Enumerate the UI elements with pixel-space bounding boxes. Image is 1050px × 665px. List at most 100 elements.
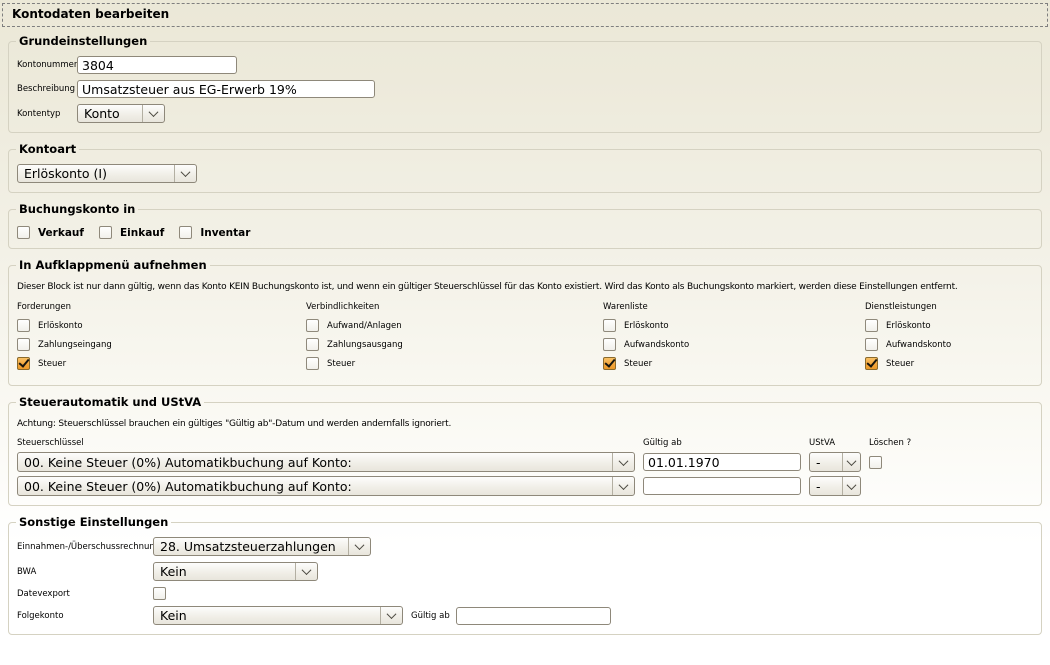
ustva-selected-value: - [816,479,821,494]
folgekonto-gueltig-ab-label: Gültig ab [411,611,450,621]
euer-selected-value: 28. Umsatzsteuerzahlungen [160,539,336,554]
group-warenliste: Warenliste Erlöskonto Aufwandskonto Steu… [603,302,865,376]
bwa-row: BWA Kein [17,562,1033,581]
group-forderungen-title: Forderungen [17,302,306,312]
verbindlichkeiten-aufwand-checkbox[interactable] [306,319,319,332]
section-grundeinstellungen: Grundeinstellungen Kontonummer Beschreib… [8,34,1042,133]
option-label: Steuer [886,359,914,369]
steuerschluessel-selected-value: 00. Keine Steuer (0%) Automatikbuchung a… [24,479,352,494]
kontoart-selected-value: Erlöskonto (I) [24,166,107,181]
col-loeschen-label: Löschen ? [869,438,885,448]
warenliste-aufwandskonto-checkbox[interactable] [603,338,616,351]
forderungen-zahlungseingang-checkbox[interactable] [17,338,30,351]
verbindlichkeiten-zahlungsausgang-checkbox[interactable] [306,338,319,351]
section-sonstige: Sonstige Einstellungen Einnahmen-/Übersc… [8,515,1042,635]
chevron-down-icon [174,165,196,182]
check-icon [604,356,615,368]
folgekonto-selected-value: Kein [160,608,187,623]
inventar-label: Inventar [200,227,250,239]
checkbox-option: Aufwandskonto [865,338,1033,351]
option-label: Aufwand/Anlagen [327,321,402,331]
tax-row-1: 00. Keine Steuer (0%) Automatikbuchung a… [17,452,1033,472]
warenliste-erloeskonto-checkbox[interactable] [603,319,616,332]
option-label: Zahlungsausgang [327,340,403,350]
bwa-select[interactable]: Kein [153,562,318,581]
steuerschluessel-select-2[interactable]: 00. Keine Steuer (0%) Automatikbuchung a… [17,476,635,496]
chevron-down-icon [348,538,370,555]
checkbox-option: Erlöskonto [17,319,306,332]
kontentyp-row: Kontentyp Konto [17,104,1033,123]
section-kontoart-legend: Kontoart [16,142,79,156]
beschreibung-input[interactable] [77,80,375,98]
checkbox-option: Steuer [603,357,865,370]
verbindlichkeiten-steuer-checkbox[interactable] [306,357,319,370]
chevron-down-icon [295,563,317,580]
dienstleistungen-aufwandskonto-checkbox[interactable] [865,338,878,351]
section-steuerautomatik: Steuerautomatik und UStVA Achtung: Steue… [8,395,1042,506]
folgekonto-row: Folgekonto Kein Gültig ab [17,606,1033,625]
datevexport-row: Datevexport [17,587,1033,600]
steuerschluessel-select-1[interactable]: 00. Keine Steuer (0%) Automatikbuchung a… [17,452,635,472]
checkbox-option: Erlöskonto [865,319,1033,332]
ustva-select-1[interactable]: - [809,452,861,472]
kontoart-select[interactable]: Erlöskonto (I) [17,164,197,183]
section-aufklappmenu: In Aufklappmenü aufnehmen Dieser Block i… [8,258,1042,386]
checkbox-option: Steuer [306,357,603,370]
ustva-selected-value: - [816,455,821,470]
kontonummer-label: Kontonummer [17,60,77,70]
chevron-down-icon [842,453,860,471]
gueltig-ab-input-2[interactable] [643,477,801,495]
ustva-select-2[interactable]: - [809,476,861,496]
chevron-down-icon [842,477,860,495]
option-label: Erlöskonto [38,321,83,331]
folgekonto-label: Folgekonto [17,611,153,621]
folgekonto-gueltig-ab-input[interactable] [456,607,611,625]
forderungen-erloeskonto-checkbox[interactable] [17,319,30,332]
steuerschluessel-selected-value: 00. Keine Steuer (0%) Automatikbuchung a… [24,455,352,470]
inventar-checkbox[interactable] [179,226,192,239]
checkbox-option: Zahlungsausgang [306,338,603,351]
checkbox-option: Zahlungseingang [17,338,306,351]
checkbox-option: Aufwand/Anlagen [306,319,603,332]
col-ustva-label: UStVA [809,438,861,448]
forderungen-steuer-checkbox[interactable] [17,357,30,370]
option-label: Erlöskonto [624,321,669,331]
group-dienstleistungen: Dienstleistungen Erlöskonto Aufwandskont… [865,302,1033,376]
chevron-down-icon [612,453,634,471]
chevron-down-icon [380,607,402,624]
verkauf-label: Verkauf [38,227,84,239]
einkauf-label: Einkauf [120,227,164,239]
beschreibung-row: Beschreibung [17,80,1033,98]
einkauf-checkbox[interactable] [99,226,112,239]
dienstleistungen-erloeskonto-checkbox[interactable] [865,319,878,332]
kontonummer-row: Kontonummer [17,56,1033,74]
dienstleistungen-steuer-checkbox[interactable] [865,357,878,370]
verkauf-checkbox[interactable] [17,226,30,239]
group-forderungen: Forderungen Erlöskonto Zahlungseingang S… [17,302,306,376]
loeschen-checkbox-1[interactable] [869,456,882,469]
euer-select[interactable]: 28. Umsatzsteuerzahlungen [153,537,371,556]
section-aufklappmenu-legend: In Aufklappmenü aufnehmen [16,258,210,272]
group-verbindlichkeiten-title: Verbindlichkeiten [306,302,603,312]
checkbox-option: Erlöskonto [603,319,865,332]
inventar-option: Inventar [179,226,250,239]
datevexport-checkbox[interactable] [153,587,166,600]
kontentyp-select[interactable]: Konto [77,104,165,123]
warenliste-steuer-checkbox[interactable] [603,357,616,370]
option-label: Aufwandskonto [886,340,951,350]
checkbox-option: Aufwandskonto [603,338,865,351]
gueltig-ab-input-1[interactable] [643,453,801,471]
folgekonto-select[interactable]: Kein [153,606,403,625]
option-label: Zahlungseingang [38,340,112,350]
group-verbindlichkeiten: Verbindlichkeiten Aufwand/Anlagen Zahlun… [306,302,603,376]
section-grundeinstellungen-legend: Grundeinstellungen [16,34,150,48]
checkbox-option: Steuer [17,357,306,370]
section-buchungskonto-legend: Buchungskonto in [16,202,138,216]
group-warenliste-title: Warenliste [603,302,865,312]
checkbox-option: Steuer [865,357,1033,370]
check-icon [866,356,877,368]
check-icon [18,356,29,368]
option-label: Erlöskonto [886,321,931,331]
kontonummer-input[interactable] [77,56,237,74]
chevron-down-icon [142,105,164,122]
